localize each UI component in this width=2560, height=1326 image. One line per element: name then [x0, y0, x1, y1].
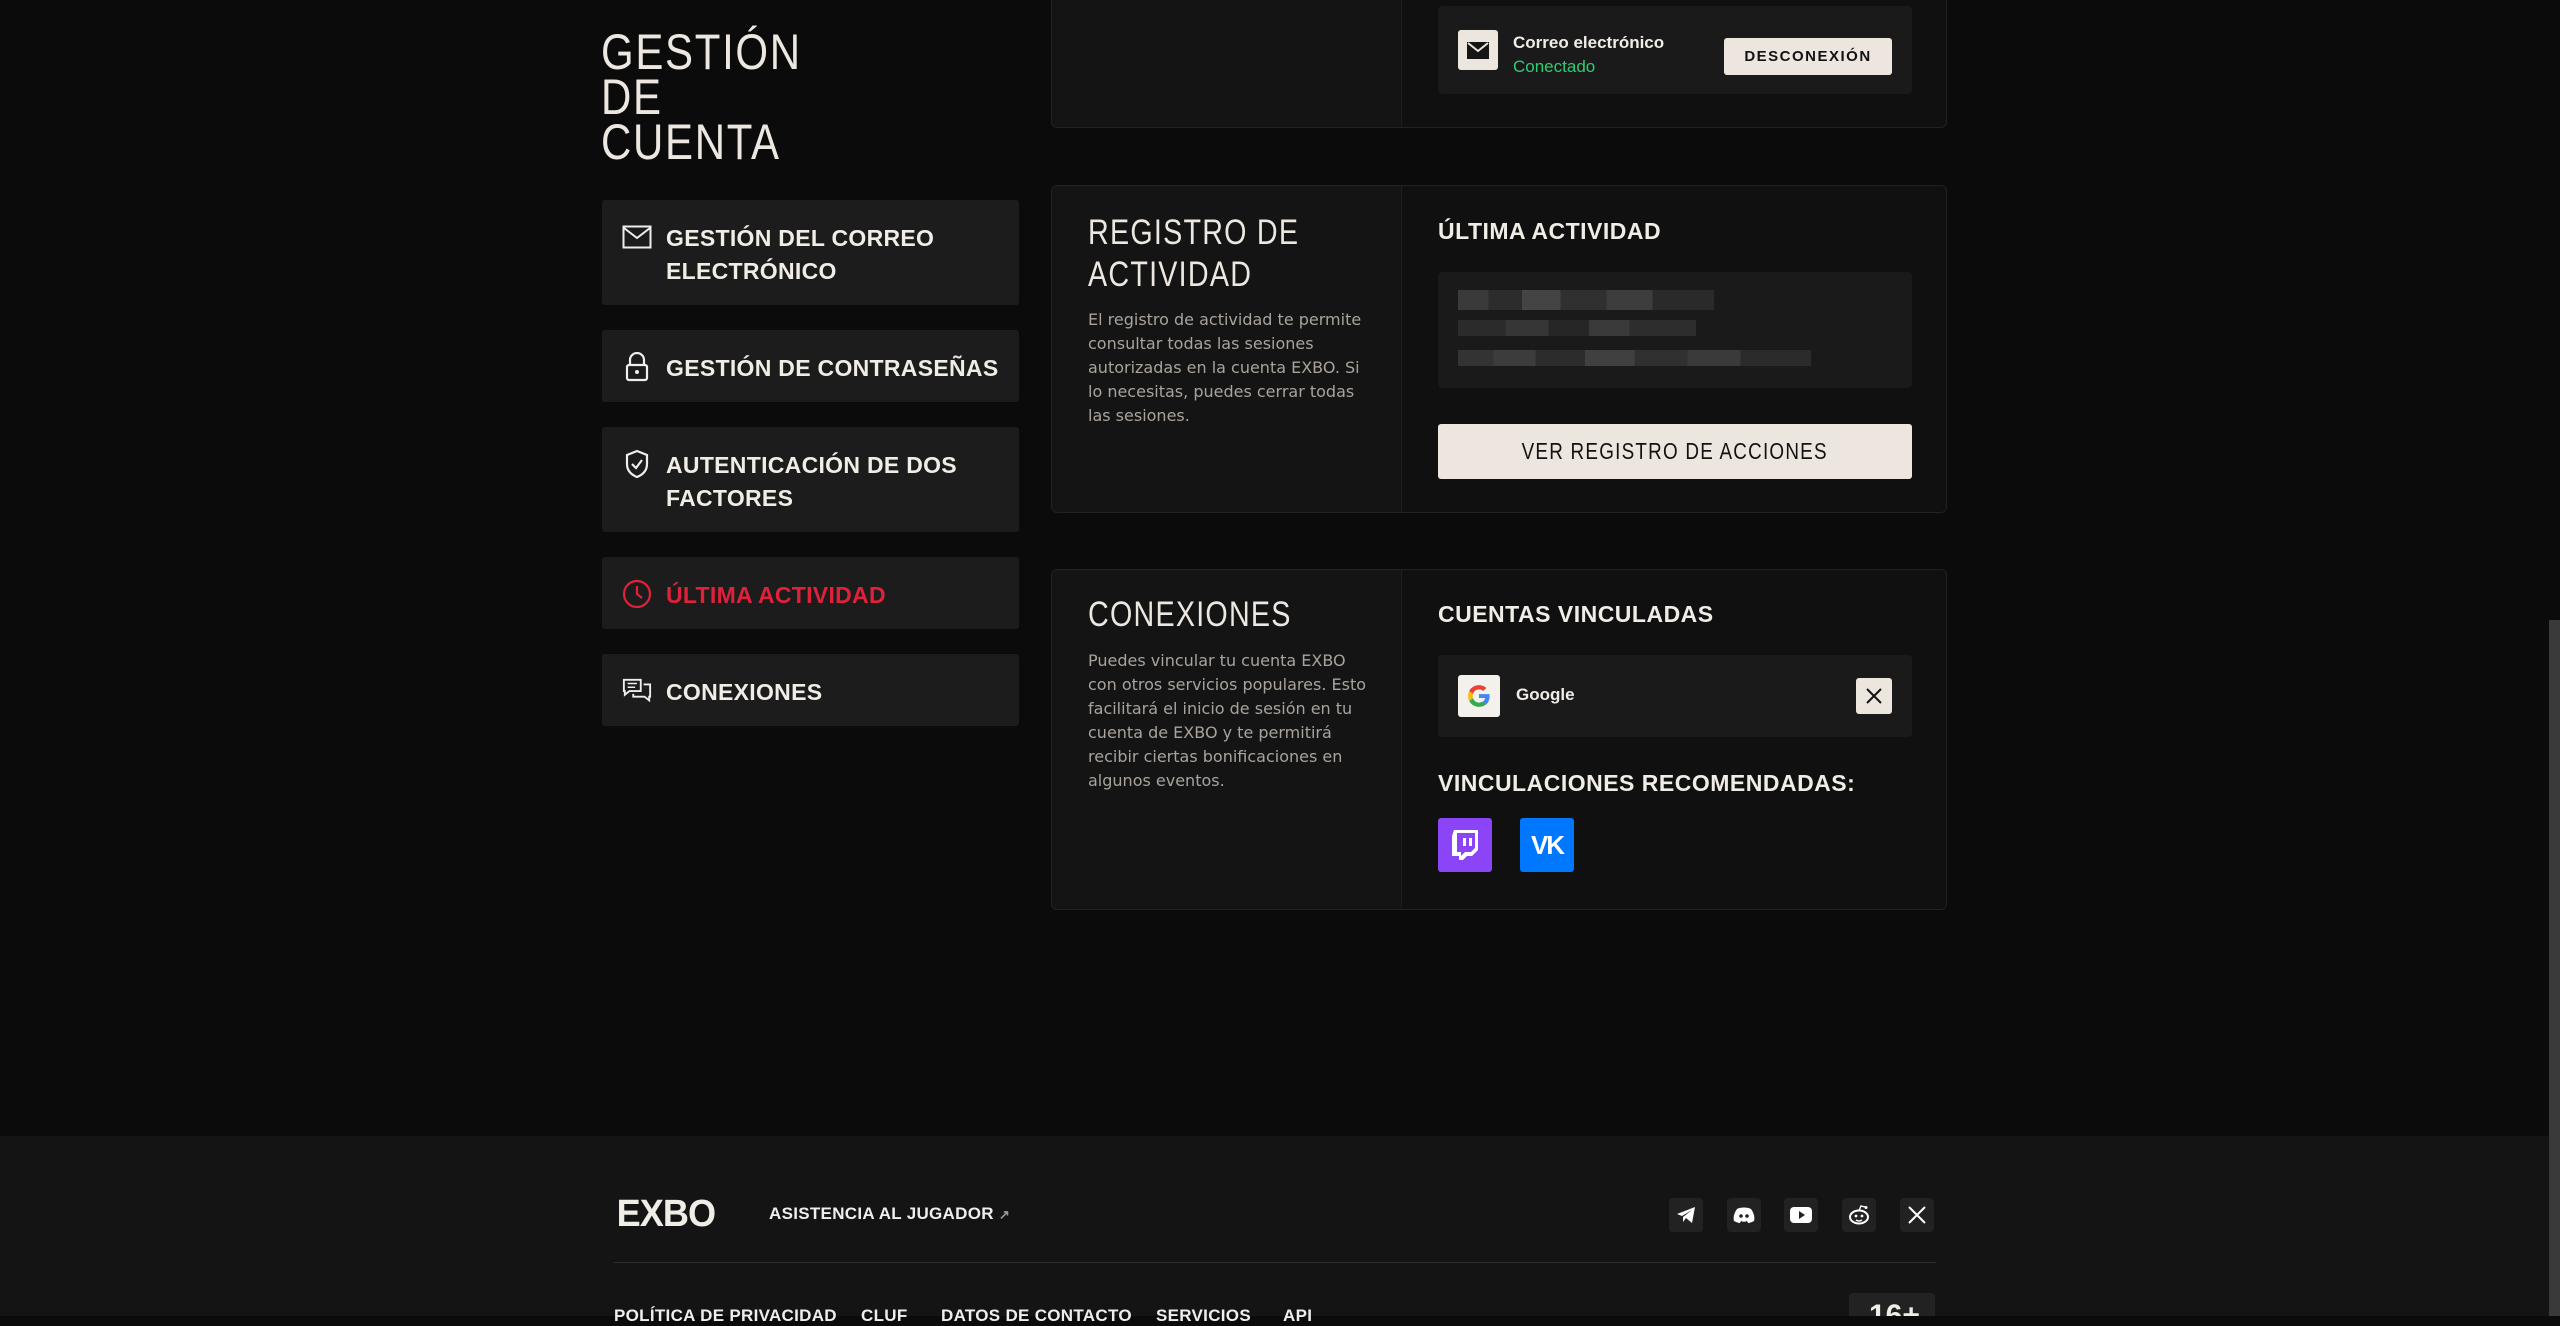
nav-item-last-activity[interactable]: ÚLTIMA ACTIVIDAD: [602, 557, 1019, 629]
api-link[interactable]: API: [1283, 1306, 1312, 1326]
lock-icon: [622, 352, 652, 382]
youtube-icon: [1790, 1207, 1812, 1223]
clock-icon: [622, 579, 652, 609]
chat-icon: [622, 676, 652, 706]
player-support-link[interactable]: ASISTENCIA AL JUGADOR ↗: [769, 1204, 1010, 1224]
nav-item-connections[interactable]: CONEXIONES: [602, 654, 1019, 726]
youtube-button[interactable]: [1784, 1198, 1818, 1232]
privacy-policy-link[interactable]: POLÍTICA DE PRIVACIDAD: [614, 1306, 837, 1326]
email-card-right: Correo electrónico Conectado DESCONEXIÓN: [1401, 0, 1946, 127]
redacted-line: [1458, 320, 1696, 336]
email-label: Correo electrónico: [1513, 33, 1665, 52]
shield-check-icon: [622, 449, 652, 479]
close-icon: [1866, 688, 1882, 704]
footer-divider: [614, 1262, 1936, 1263]
telegram-icon: [1677, 1207, 1695, 1223]
player-support-label: ASISTENCIA AL JUGADOR: [769, 1204, 994, 1223]
activity-card: REGISTRO DE ACTIVIDAD El registro de act…: [1051, 185, 1947, 513]
footer: [0, 1136, 2560, 1316]
last-activity-heading: ÚLTIMA ACTIVIDAD: [1438, 218, 1662, 244]
connections-card-right: CUENTAS VINCULADAS Google VINCULACIONES …: [1401, 570, 1946, 909]
nav-item-label: GESTIÓN DE CONTRASEÑAS: [666, 355, 999, 381]
exbo-logo[interactable]: EXBO: [614, 1192, 718, 1235]
connections-card-left: CONEXIONES Puedes vincular tu cuenta EXB…: [1052, 570, 1400, 909]
connections-card: CONEXIONES Puedes vincular tu cuenta EXB…: [1051, 569, 1947, 910]
activity-card-left: REGISTRO DE ACTIVIDAD El registro de act…: [1052, 186, 1400, 512]
activity-card-description: El registro de actividad te permite cons…: [1088, 310, 1362, 425]
view-action-log-label: VER REGISTRO DE ACCIONES: [1521, 438, 1829, 464]
nav-item-two-factor[interactable]: AUTENTICACIÓN DE DOS FACTORES: [602, 427, 1019, 532]
eula-link[interactable]: CLUF: [861, 1306, 908, 1326]
activity-card-right: ÚLTIMA ACTIVIDAD VER REGISTRO DE ACCIONE…: [1401, 186, 1946, 512]
external-link-icon: ↗: [998, 1207, 1011, 1222]
nav-item-label: CONEXIONES: [666, 679, 823, 705]
last-activity-entry: [1438, 272, 1912, 388]
disconnect-button[interactable]: DESCONEXIÓN: [1724, 38, 1892, 75]
linked-account-name: Google: [1516, 685, 1575, 704]
discord-icon: [1733, 1207, 1755, 1223]
services-link[interactable]: SERVICIOS: [1156, 1306, 1251, 1326]
nav-item-label: ÚLTIMA ACTIVIDAD: [666, 582, 886, 608]
vk-icon: VK: [1530, 829, 1565, 860]
nav-item-label: AUTENTICACIÓN DE DOS FACTORES: [666, 452, 957, 511]
link-vk-button[interactable]: VK: [1520, 818, 1574, 872]
page-scrollbar-thumb[interactable]: [2549, 620, 2560, 1316]
contact-data-link[interactable]: DATOS DE CONTACTO: [941, 1306, 1132, 1326]
mail-icon: [1458, 30, 1498, 70]
page-title: GESTIÓN DE CUENTA: [601, 24, 802, 170]
nav-item-label: GESTIÓN DEL CORREO ELECTRÓNICO: [666, 225, 935, 284]
linked-accounts-heading: CUENTAS VINCULADAS: [1438, 601, 1714, 627]
x-icon: [1908, 1206, 1926, 1224]
view-action-log-button[interactable]: VER REGISTRO DE ACCIONES: [1438, 424, 1912, 479]
connections-card-description: Puedes vincular tu cuenta EXBO con otros…: [1088, 651, 1367, 790]
nav-item-password-management[interactable]: GESTIÓN DE CONTRASEÑAS: [602, 330, 1019, 402]
telegram-button[interactable]: [1669, 1198, 1703, 1232]
email-card: Correo electrónico Conectado DESCONEXIÓN: [1051, 0, 1947, 128]
redacted-line: [1458, 350, 1811, 366]
nav-item-email-management[interactable]: GESTIÓN DEL CORREO ELECTRÓNICO: [602, 200, 1019, 305]
envelope-icon: [622, 222, 652, 252]
google-icon: [1458, 675, 1500, 717]
reddit-button[interactable]: [1842, 1198, 1876, 1232]
x-button[interactable]: [1900, 1198, 1934, 1232]
linked-account-google: Google: [1438, 655, 1912, 737]
connections-card-title: CONEXIONES: [1088, 595, 1292, 634]
discord-button[interactable]: [1727, 1198, 1761, 1232]
recommended-heading: VINCULACIONES RECOMENDADAS:: [1438, 770, 1856, 796]
unlink-google-button[interactable]: [1856, 678, 1892, 714]
link-twitch-button[interactable]: [1438, 818, 1492, 872]
reddit-icon: [1849, 1205, 1869, 1225]
email-card-left: [1052, 0, 1400, 127]
email-row: Correo electrónico Conectado DESCONEXIÓN: [1438, 6, 1912, 94]
exbo-logo-text: EXBO: [616, 1192, 716, 1235]
redacted-line: [1458, 290, 1714, 310]
age-rating-badge: 16+: [1849, 1293, 1935, 1316]
age-rating-label: 16+: [1869, 1299, 1920, 1316]
email-status: Conectado: [1513, 57, 1596, 76]
activity-card-title: REGISTRO DE ACTIVIDAD: [1088, 213, 1300, 294]
twitch-icon: [1452, 830, 1478, 860]
